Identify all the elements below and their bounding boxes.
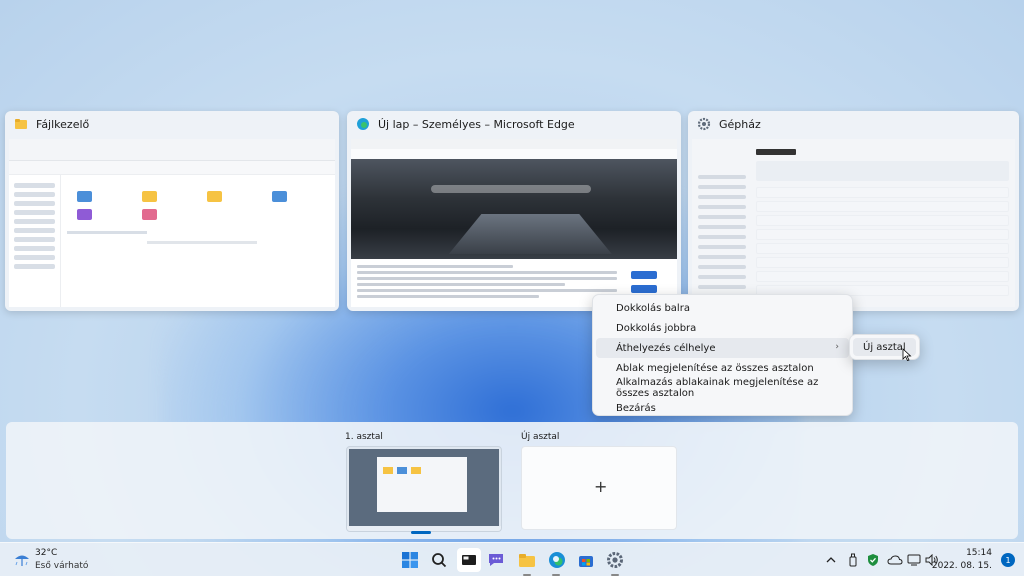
window-title: Új lap – Személyes – Microsoft Edge — [378, 117, 575, 131]
edge-taskbar-icon[interactable] — [548, 551, 566, 569]
gear-icon — [697, 117, 711, 131]
taskbar: 32°C Eső várható 15:14 2022. 08. 15. 1 — [0, 542, 1024, 576]
start-icon[interactable] — [401, 551, 419, 569]
chevron-up-icon[interactable] — [824, 551, 838, 569]
window-title-bar: Fájlkezelő — [5, 111, 339, 137]
window-context-menu: Dokkolás balra Dokkolás jobbra Áthelyezé… — [592, 294, 853, 416]
window-card-file-explorer[interactable]: Fájlkezelő — [5, 111, 339, 311]
window-title-bar: Új lap – Személyes – Microsoft Edge — [347, 111, 681, 137]
window-card-edge[interactable]: Új lap – Személyes – Microsoft Edge — [347, 111, 681, 311]
file-explorer-taskbar-icon[interactable] — [518, 551, 536, 569]
search-icon[interactable] — [430, 551, 448, 569]
notification-badge[interactable]: 1 — [1001, 553, 1015, 567]
network-icon[interactable] — [907, 551, 921, 569]
weather-temp: 32°C — [35, 548, 58, 558]
menu-item-show-app-all-desktops[interactable]: Alkalmazás ablakainak megjelenítése az ö… — [596, 377, 849, 399]
active-desktop-indicator — [411, 531, 431, 534]
rain-icon — [15, 555, 29, 566]
window-title-bar: Gépház — [688, 111, 1019, 137]
menu-item-snap-right[interactable]: Dokkolás jobbra — [596, 318, 849, 338]
task-view-icon[interactable] — [457, 548, 481, 572]
menu-item-show-window-all-desktops[interactable]: Ablak megjelenítése az összes asztalon — [596, 358, 849, 378]
folder-icon — [14, 117, 28, 131]
settings-taskbar-icon[interactable] — [606, 551, 624, 569]
desktop-label: 1. asztal — [345, 432, 383, 442]
menu-item-snap-left[interactable]: Dokkolás balra — [596, 298, 849, 318]
plus-icon: + — [594, 477, 608, 496]
desktop-label: Új asztal — [521, 432, 560, 442]
teams-chat-icon[interactable] — [487, 551, 505, 569]
security-icon[interactable] — [866, 551, 880, 569]
new-desktop-button[interactable]: + — [521, 446, 677, 530]
onedrive-icon[interactable] — [887, 551, 903, 569]
window-preview — [9, 139, 335, 307]
edge-icon — [356, 117, 370, 131]
window-preview — [692, 139, 1015, 307]
virtual-desktops-strip: 1. asztal Új asztal + — [6, 422, 1018, 539]
desktop-thumbnail-1[interactable] — [346, 446, 502, 532]
window-preview — [351, 139, 677, 307]
chevron-right-icon: › — [835, 342, 839, 352]
window-card-settings[interactable]: Gépház — [688, 111, 1019, 311]
clock-date[interactable]: 2022. 08. 15. — [922, 561, 992, 571]
weather-widget[interactable] — [12, 550, 32, 574]
clock-time[interactable]: 15:14 — [932, 548, 992, 558]
mouse-cursor-icon — [902, 348, 912, 361]
menu-item-close[interactable]: Bezárás — [596, 398, 849, 418]
usb-drive-icon[interactable] — [846, 551, 860, 569]
store-icon[interactable] — [577, 551, 595, 569]
weather-condition: Eső várható — [35, 561, 89, 571]
window-title: Fájlkezelő — [36, 117, 90, 131]
window-title: Gépház — [719, 117, 761, 131]
menu-item-move-to[interactable]: Áthelyezés célhelye › — [596, 338, 849, 358]
